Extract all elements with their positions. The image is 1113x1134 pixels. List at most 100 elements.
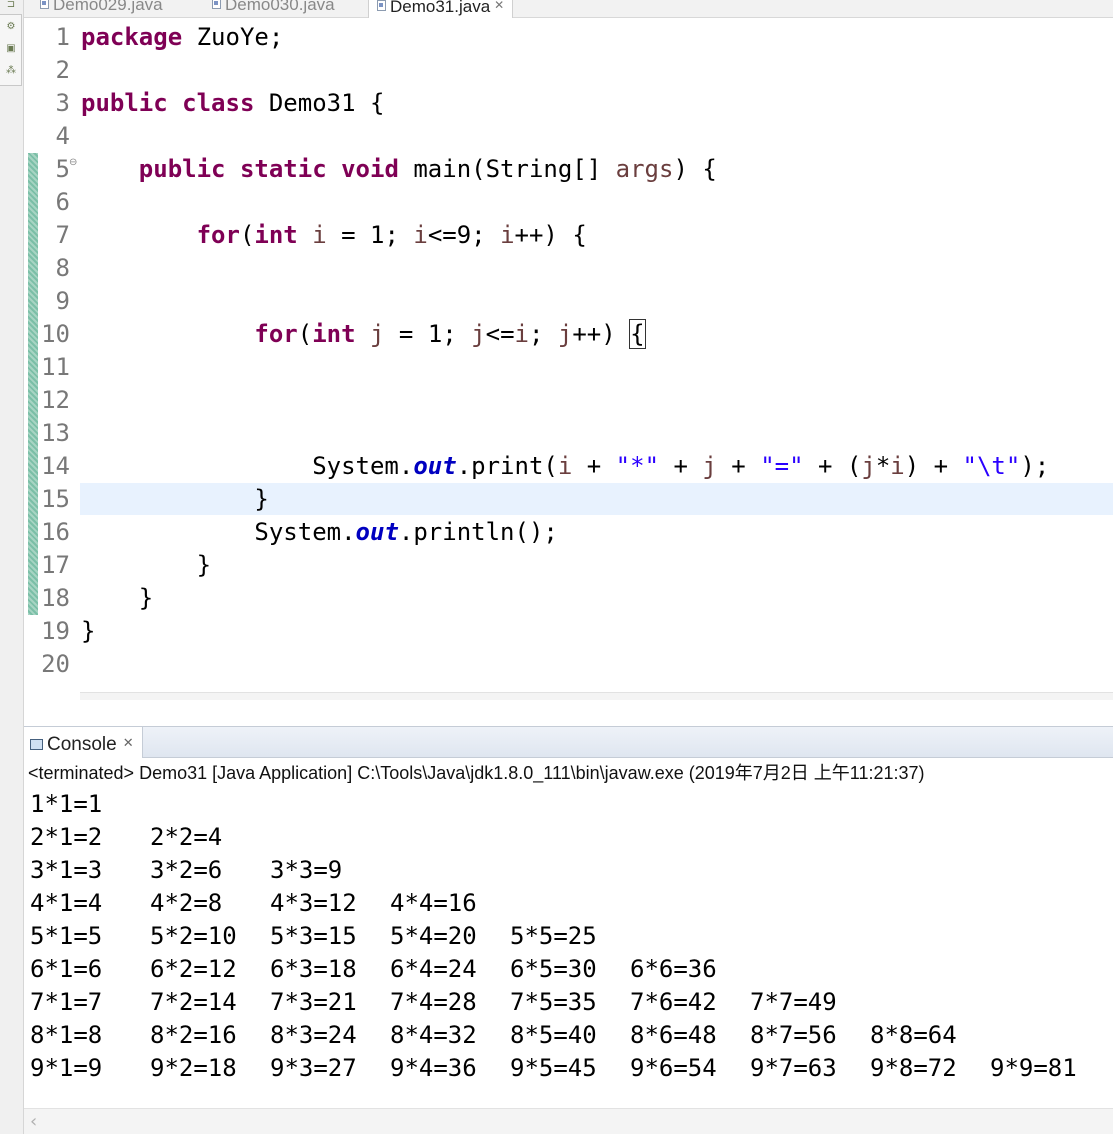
code-line[interactable]: 14 System.out.print(i + "*" + j + "=" + … [24, 450, 1113, 483]
line-number: 16 [41, 518, 70, 546]
code-line[interactable]: 20 [24, 648, 1113, 681]
output-cell: 9*1=9 [30, 1054, 103, 1082]
tab-label: Demo31.java [390, 0, 491, 16]
tab-console[interactable]: Console ✕ [24, 727, 143, 759]
code-line[interactable]: 6 [24, 186, 1113, 219]
fold-toggle-icon[interactable]: ⊖ [69, 157, 77, 168]
code-line[interactable]: 11 [24, 351, 1113, 384]
code-line[interactable]: 15 } [24, 483, 1113, 516]
tab-demo31[interactable]: Demo31.java ✕ [368, 0, 514, 18]
line-number: 13 [41, 419, 70, 447]
close-icon[interactable]: ✕ [494, 0, 504, 12]
output-cell: 3*2=6 [150, 856, 223, 884]
console-horizontal-scrollbar[interactable]: ‹ [24, 1108, 1113, 1134]
output-cell: 3*3=9 [270, 856, 343, 884]
output-cell: 7*5=35 [510, 988, 597, 1016]
console-tab-label: Console [47, 734, 117, 755]
code-text: } [81, 584, 154, 612]
output-cell: 8*7=56 [750, 1021, 837, 1049]
output-cell: 6*3=18 [270, 955, 357, 983]
code-text: package ZuoYe; [81, 23, 284, 51]
code-line[interactable]: 3 public class Demo31 { [24, 87, 1113, 120]
code-text: public class Demo31 { [81, 89, 385, 117]
output-cell: 4*1=4 [30, 889, 103, 917]
left-tool-strip: ⊐ ⚙ ▣ ⁂ [0, 0, 24, 1134]
code-line[interactable]: 19} [24, 615, 1113, 648]
output-cell: 8*8=64 [870, 1021, 957, 1049]
code-text: } [81, 485, 269, 513]
line-number: 1 [55, 23, 70, 51]
line-number: 15 [41, 485, 70, 513]
console-output[interactable]: 1*1=1 2*1=2 2*2=4 3*1=3 3*2=6 3*3=9 4*1=4 4*2=8… [24, 788, 1113, 1108]
outline-icon[interactable]: ⁂ [0, 62, 22, 80]
output-cell: 9*6=54 [630, 1054, 717, 1082]
output-cell: 2*1=2 [30, 823, 103, 851]
line-number: 10 [41, 320, 70, 348]
line-number: 17 [41, 551, 70, 579]
output-cell: 6*1=6 [30, 955, 103, 983]
output-cell: 4*4=16 [390, 889, 477, 917]
java-file-icon [40, 0, 49, 9]
line-number: 2 [55, 56, 70, 84]
scroll-left-icon[interactable]: ‹ [30, 1111, 37, 1132]
output-cell: 6*2=12 [150, 955, 237, 983]
code-line[interactable]: 10 for(int j = 1; j<=i; j++) { [24, 318, 1113, 351]
hierarchy-icon[interactable]: ⚙ [0, 18, 22, 36]
output-cell: 9*2=18 [150, 1054, 237, 1082]
code-text: } [81, 551, 212, 579]
output-line: 4*1=4 4*2=8 4*3=12 4*4=16 [30, 887, 1110, 920]
tab-demo030[interactable]: Demo030.java [204, 0, 343, 18]
code-text: public static void main(String[] args) { [138, 155, 717, 183]
output-cell: 5*1=5 [30, 922, 103, 950]
output-cell: 8*1=8 [30, 1021, 103, 1049]
output-cell: 9*8=72 [870, 1054, 957, 1082]
code-line[interactable]: 16 System.out.println(); [24, 516, 1113, 549]
output-cell: 7*2=14 [150, 988, 237, 1016]
pin-icon[interactable]: ⊐ [0, 0, 22, 14]
code-line[interactable]: 7 for(int i = 1; i<=9; i++) { [24, 219, 1113, 252]
console-status: <terminated> Demo31 [Java Application] C… [24, 758, 1113, 788]
console-icon [30, 739, 43, 750]
output-cell: 8*3=24 [270, 1021, 357, 1049]
code-line[interactable]: 1 package ZuoYe; [24, 21, 1113, 54]
line-number: 9 [55, 287, 70, 315]
code-line[interactable]: 12 [24, 384, 1113, 417]
code-line[interactable]: 2 [24, 54, 1113, 87]
line-number: 20 [41, 650, 70, 678]
output-line: 1*1=1 [30, 788, 1110, 821]
close-icon[interactable]: ✕ [123, 735, 134, 750]
code-line[interactable]: 8 [24, 252, 1113, 285]
line-number: 6 [55, 188, 70, 216]
code-text: } [81, 617, 96, 645]
output-cell: 1*1=1 [30, 790, 103, 818]
tab-demo029[interactable]: Demo029.java [32, 0, 171, 18]
output-cell: 2*2=4 [150, 823, 223, 851]
editor-tab-bar: Demo029.java Demo030.java Demo31.java ✕ [24, 0, 1113, 18]
code-line[interactable]: 9 [24, 285, 1113, 318]
output-cell: 9*4=36 [390, 1054, 477, 1082]
code-line[interactable]: 13 [24, 417, 1113, 450]
line-number: 19 [41, 617, 70, 645]
output-cell: 5*2=10 [150, 922, 237, 950]
output-cell: 6*6=36 [630, 955, 717, 983]
code-line[interactable]: 5 ⊖ public static void main(String[] args… [24, 153, 1113, 186]
output-cell: 9*7=63 [750, 1054, 837, 1082]
tab-label: Demo030.java [225, 0, 335, 14]
output-cell: 8*5=40 [510, 1021, 597, 1049]
output-cell: 6*5=30 [510, 955, 597, 983]
output-cell: 7*4=28 [390, 988, 477, 1016]
package-icon[interactable]: ▣ [0, 40, 22, 58]
code-text: System.out.println(); [81, 518, 558, 546]
code-line[interactable]: 4 [24, 120, 1113, 153]
output-cell: 7*3=21 [270, 988, 357, 1016]
code-line[interactable]: 18 } [24, 582, 1113, 615]
output-cell: 8*2=16 [150, 1021, 237, 1049]
code-text: System.out.print(i + "*" + j + "=" + (j*… [81, 452, 1050, 480]
code-line[interactable]: 17 } [24, 549, 1113, 582]
line-number: 12 [41, 386, 70, 414]
console-tab-bar: Console ✕ [24, 726, 1113, 759]
output-line: 9*1=9 9*2=18 9*3=27 9*4=36 9*5=45 9*6=54 9*7=6… [30, 1052, 1110, 1085]
output-cell: 7*6=42 [630, 988, 717, 1016]
line-number: 4 [55, 122, 70, 150]
code-editor[interactable]: 1 package ZuoYe; 2 3 public class Demo31 {4 5… [24, 18, 1113, 718]
